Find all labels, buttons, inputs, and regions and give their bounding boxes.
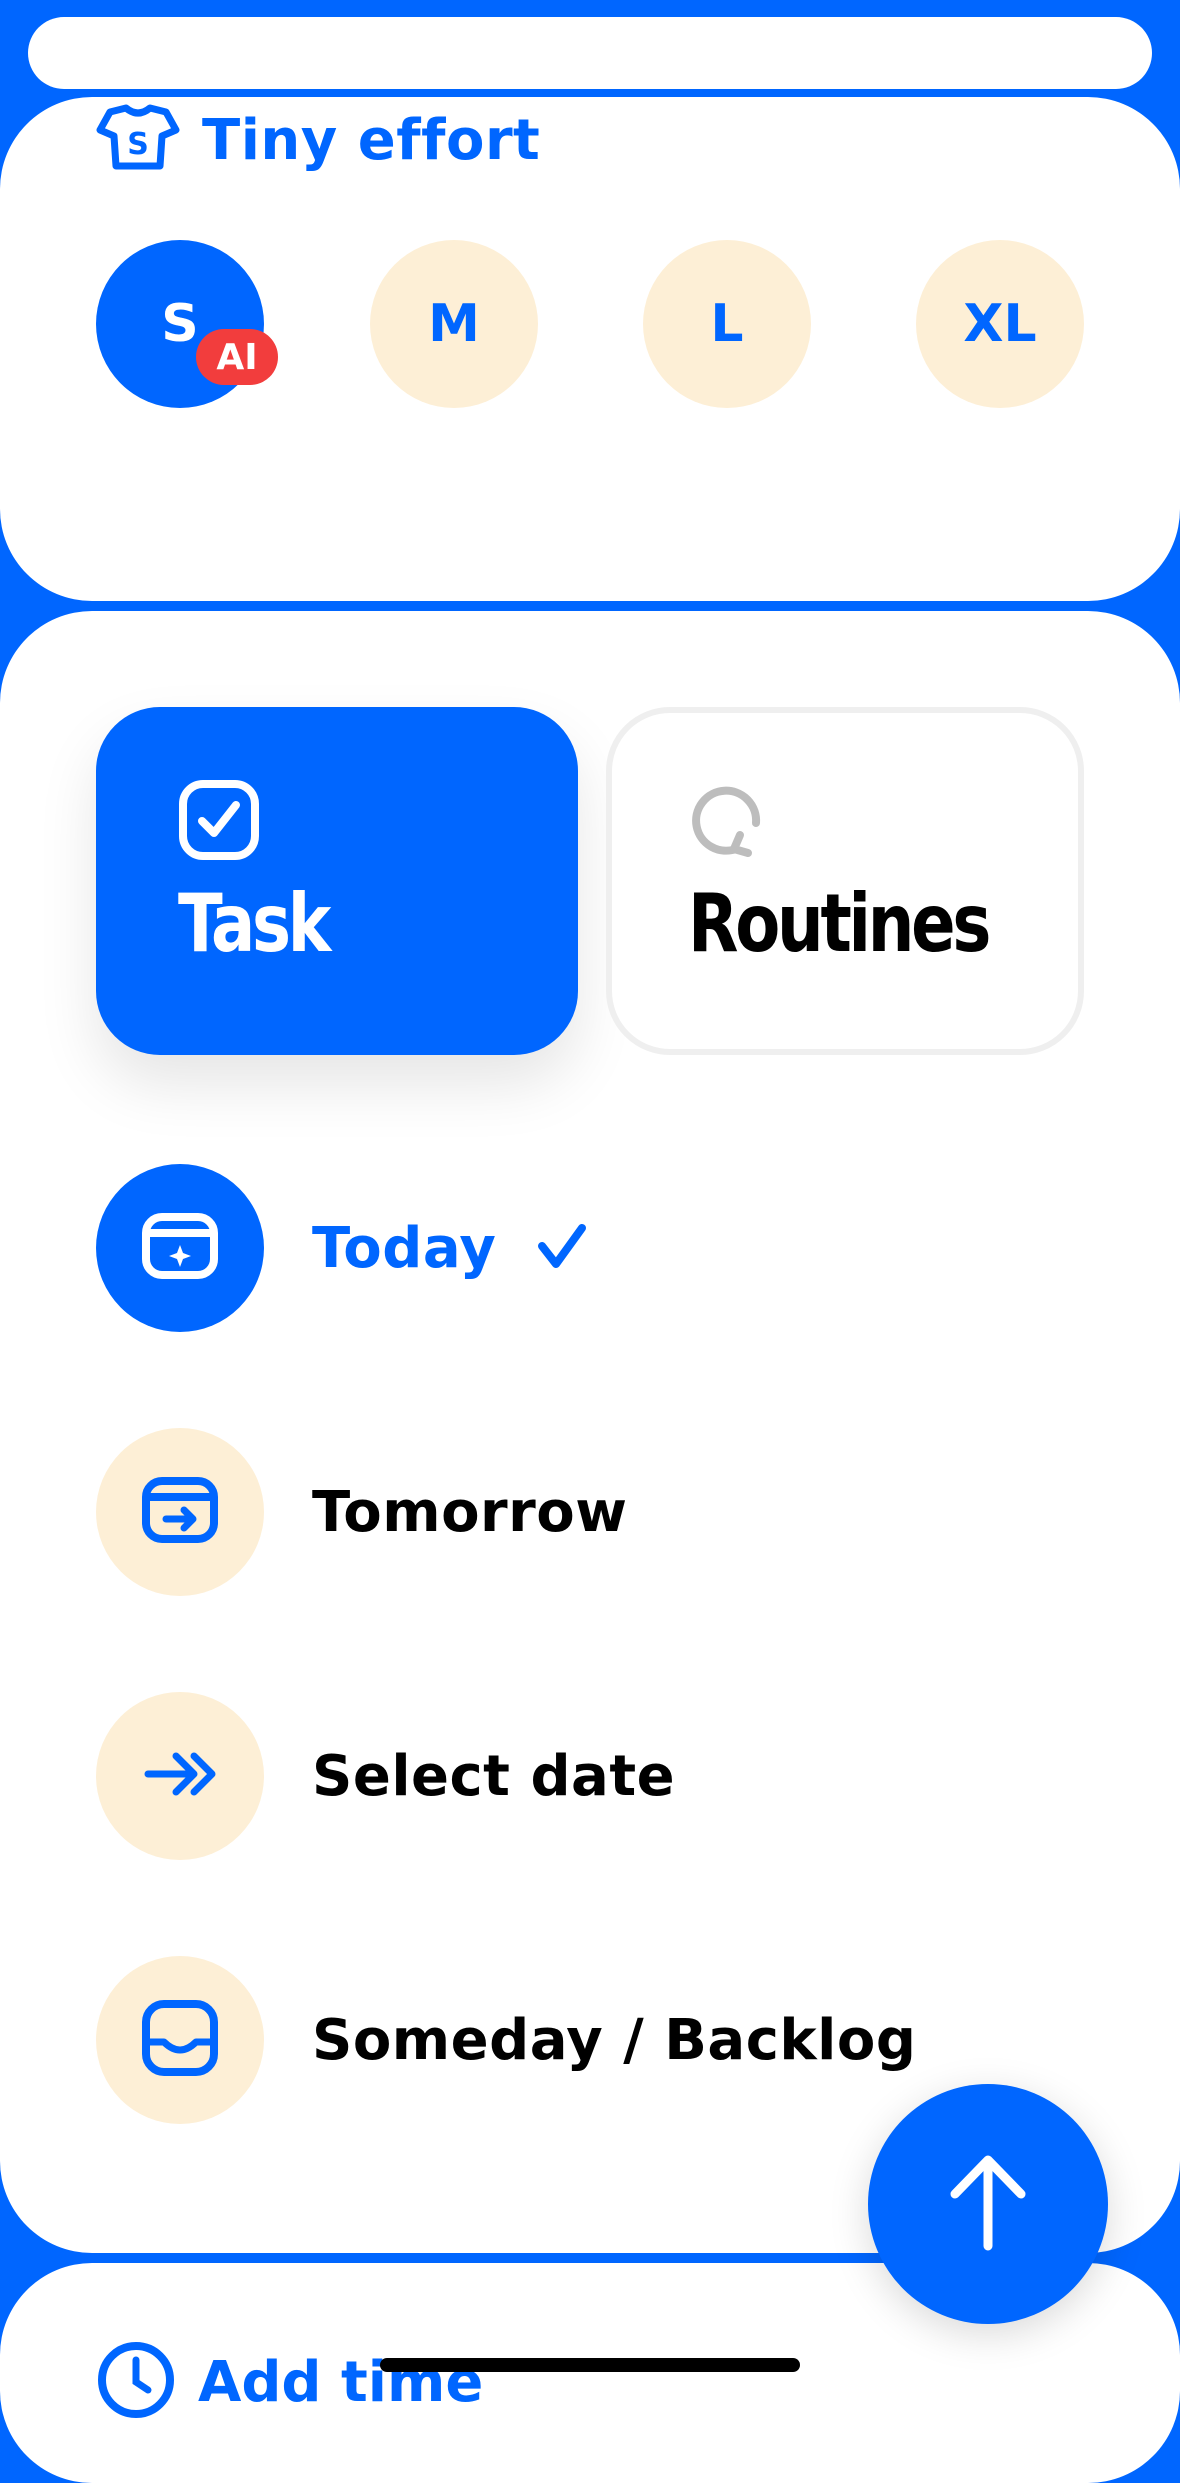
effort-header: S Tiny effort [96,104,540,176]
size-l-button[interactable]: L [643,240,811,408]
inbox-icon [140,1998,220,2082]
calendar-star-icon [140,1211,220,1285]
calendar-arrow-icon [140,1475,220,1549]
when-label-select-date: Select date [312,1743,676,1809]
repeat-icon [688,779,770,865]
previous-card-edge [28,17,1152,89]
effort-title: Tiny effort [202,107,541,173]
size-xl-button[interactable]: XL [916,240,1084,408]
ai-badge: AI [196,329,278,385]
clock-icon [96,2340,176,2424]
routines-mode-label: Routines [688,877,991,970]
when-option-tomorrow[interactable]: Tomorrow [96,1428,628,1596]
tomorrow-icon-circle [96,1428,264,1596]
task-mode-label: Task [178,877,331,970]
home-indicator [380,2358,800,2372]
size-m-button[interactable]: M [370,240,538,408]
add-time-row[interactable]: Add time [96,2340,483,2424]
submit-button[interactable] [868,2084,1108,2324]
when-label-today: Today [312,1215,497,1281]
when-option-today[interactable]: Today [96,1164,588,1332]
when-label-tomorrow: Tomorrow [312,1479,628,1545]
checkmark-icon [536,1222,588,1274]
arrow-up-icon [943,2152,1033,2256]
double-arrow-icon [142,1748,218,1804]
checkbox-icon [178,779,260,865]
select-date-icon-circle [96,1692,264,1860]
tshirt-icon: S [96,104,180,176]
routines-mode-button[interactable]: Routines [606,707,1084,1055]
when-option-select-date[interactable]: Select date [96,1692,675,1860]
task-mode-button[interactable]: Task [96,707,578,1055]
today-icon-circle [96,1164,264,1332]
when-option-someday[interactable]: Someday / Backlog [96,1956,916,2124]
when-label-someday: Someday / Backlog [312,2007,917,2073]
someday-icon-circle [96,1956,264,2124]
svg-text:S: S [127,127,149,162]
